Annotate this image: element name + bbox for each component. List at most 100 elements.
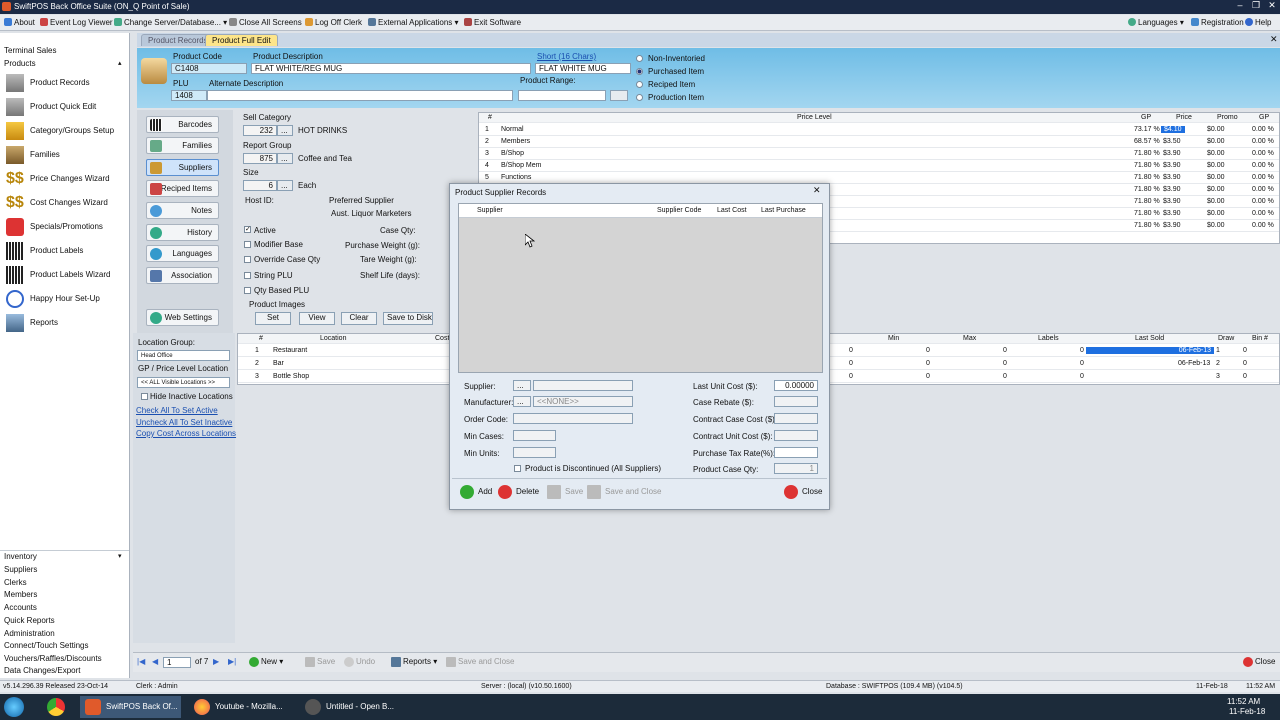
- close-tab-icon[interactable]: ✕: [1270, 34, 1278, 45]
- copy-cost-link[interactable]: Copy Cost Across Locations: [136, 429, 236, 438]
- location-group-select[interactable]: Head Office: [137, 350, 230, 361]
- gp-location-select[interactable]: << ALL Visible Locations >>: [137, 377, 230, 388]
- dlg-contract-unit-cost-field[interactable]: [774, 430, 818, 441]
- new-button[interactable]: New ▾: [249, 657, 283, 667]
- price-level-row[interactable]: 2 Members 68.57 % $3.50 $0.00 0.00 %: [479, 136, 1279, 148]
- dlg-save-close-button[interactable]: Save and Close: [587, 484, 661, 500]
- nav-section-data-changes[interactable]: Data Changes/Export: [4, 666, 81, 678]
- modifier-base-checkbox[interactable]: [244, 241, 251, 248]
- dialog-close-icon[interactable]: ✕: [813, 185, 821, 196]
- suppliers-button[interactable]: Suppliers: [146, 159, 219, 176]
- nav-item-product-quick-edit[interactable]: Product Quick Edit: [4, 96, 126, 118]
- nav-section-clerks[interactable]: Clerks: [4, 578, 27, 590]
- families-button[interactable]: Families: [146, 137, 219, 154]
- price-level-row[interactable]: 1 Normal 73.17 % $4.10 $0.00 0.00 %: [479, 124, 1279, 136]
- menu-languages[interactable]: Languages ▾: [1128, 18, 1184, 27]
- history-button[interactable]: History: [146, 224, 219, 241]
- tab-product-full-edit[interactable]: Product Full Edit: [205, 34, 278, 46]
- product-range-field[interactable]: [518, 90, 606, 101]
- dlg-save-button[interactable]: Save: [547, 484, 583, 500]
- menu-change-server[interactable]: Change Server/Database... ▾: [114, 18, 227, 27]
- save-and-close-button[interactable]: Save and Close: [446, 657, 514, 667]
- taskbar-swiftpos[interactable]: SwiftPOS Back Of...: [80, 696, 181, 718]
- nav-section-inventory[interactable]: Inventory: [4, 552, 37, 564]
- dlg-manufacturer-browse[interactable]: ...: [513, 396, 531, 407]
- barcodes-button[interactable]: Barcodes: [146, 116, 219, 133]
- web-settings-button[interactable]: Web Settings: [146, 309, 219, 326]
- nav-section-accounts[interactable]: Accounts: [4, 603, 37, 615]
- price-level-row[interactable]: 3 B/Shop 71.80 % $3.90 $0.00 0.00 %: [479, 148, 1279, 160]
- nav-item-product-labels[interactable]: Product Labels: [4, 240, 126, 262]
- next-record-icon[interactable]: ▶: [213, 657, 219, 666]
- nav-terminal-sales[interactable]: Terminal Sales: [4, 46, 56, 55]
- check-all-link[interactable]: Check All To Set Active: [136, 406, 218, 415]
- dlg-contract-case-cost-field[interactable]: [774, 413, 818, 424]
- save-button[interactable]: Save: [305, 657, 335, 667]
- image-save-button[interactable]: Save to Disk: [383, 312, 433, 325]
- image-set-button[interactable]: Set: [255, 312, 291, 325]
- last-record-icon[interactable]: ▶|: [228, 657, 236, 666]
- menu-log-off[interactable]: Log Off Clerk: [305, 18, 362, 27]
- radio-non-inventoried[interactable]: [636, 55, 643, 62]
- record-number-field[interactable]: 1: [163, 657, 191, 668]
- dlg-purchase-tax-field[interactable]: [774, 447, 818, 458]
- plu-field[interactable]: 1408: [171, 90, 207, 101]
- dlg-min-units-field[interactable]: [513, 447, 556, 458]
- size-code[interactable]: 6: [243, 180, 277, 191]
- nav-item-category-groups[interactable]: Category/Groups Setup: [4, 120, 126, 142]
- nav-item-happy-hour[interactable]: Happy Hour Set-Up: [4, 288, 126, 310]
- radio-purchased-item[interactable]: [636, 68, 643, 75]
- nav-item-product-records[interactable]: Product Records: [4, 72, 126, 94]
- active-checkbox[interactable]: ✓: [244, 226, 251, 233]
- notes-button[interactable]: Notes: [146, 202, 219, 219]
- dlg-supplier-field[interactable]: [533, 380, 633, 391]
- menu-registration[interactable]: Registration: [1191, 18, 1244, 27]
- description-field[interactable]: FLAT WHITE/REG MUG: [251, 63, 531, 74]
- short-description-link[interactable]: Short (16 Chars): [537, 52, 596, 61]
- nav-section-suppliers[interactable]: Suppliers: [4, 565, 37, 577]
- product-range-button[interactable]: [610, 90, 628, 101]
- previous-record-icon[interactable]: ◀: [152, 657, 158, 666]
- string-plu-checkbox[interactable]: [244, 272, 251, 279]
- reciped-items-button[interactable]: Reciped Items: [146, 180, 219, 197]
- taskbar-firefox[interactable]: Youtube - Mozilla...: [189, 696, 293, 718]
- menu-about[interactable]: About: [4, 18, 35, 27]
- override-case-qty-checkbox[interactable]: [244, 256, 251, 263]
- dlg-supplier-browse[interactable]: ...: [513, 380, 531, 391]
- nav-item-product-labels-wizard[interactable]: Product Labels Wizard: [4, 264, 126, 286]
- radio-production-item[interactable]: [636, 94, 643, 101]
- taskbar-openboard[interactable]: Untitled - Open B...: [300, 696, 400, 718]
- association-button[interactable]: Association: [146, 267, 219, 284]
- alt-description-field[interactable]: [207, 90, 513, 101]
- close-button[interactable]: Close: [1243, 657, 1275, 667]
- dlg-delete-button[interactable]: Delete: [498, 484, 539, 500]
- menu-help[interactable]: Help: [1245, 18, 1271, 27]
- dlg-add-button[interactable]: Add: [460, 484, 492, 500]
- tab-product-records[interactable]: Product Records: [141, 34, 215, 46]
- menu-close-all[interactable]: Close All Screens: [229, 18, 302, 27]
- sell-category-code[interactable]: 232: [243, 125, 277, 136]
- image-clear-button[interactable]: Clear: [341, 312, 377, 325]
- radio-reciped-item[interactable]: [636, 81, 643, 88]
- qty-based-plu-checkbox[interactable]: [244, 287, 251, 294]
- dlg-manufacturer-field[interactable]: <<NONE>>: [533, 396, 633, 407]
- nav-section-vouchers[interactable]: Vouchers/Raffles/Discounts: [4, 654, 102, 666]
- menu-external-apps[interactable]: External Applications ▾: [368, 18, 459, 27]
- report-group-code[interactable]: 875: [243, 153, 277, 164]
- undo-button[interactable]: Undo: [344, 657, 375, 667]
- chrome-icon[interactable]: [47, 698, 65, 716]
- dlg-last-unit-cost-field[interactable]: 0.00000: [774, 380, 818, 391]
- nav-item-families[interactable]: Families: [4, 144, 126, 166]
- nav-item-cost-changes[interactable]: $$ Cost Changes Wizard: [4, 192, 126, 214]
- nav-item-specials[interactable]: Specials/Promotions: [4, 216, 126, 238]
- dlg-order-code-field[interactable]: [513, 413, 633, 424]
- languages-button[interactable]: Languages: [146, 245, 219, 262]
- start-button-icon[interactable]: [4, 697, 24, 717]
- product-code-field[interactable]: C1408: [171, 63, 247, 74]
- maximize-icon[interactable]: ❐: [1248, 0, 1264, 12]
- price-level-row[interactable]: 4 B/Shop Mem 71.80 % $3.90 $0.00 0.00 %: [479, 160, 1279, 172]
- nav-item-price-changes[interactable]: $$ Price Changes Wizard: [4, 168, 126, 190]
- nav-section-administration[interactable]: Administration: [4, 629, 55, 641]
- menu-event-log[interactable]: Event Log Viewer: [40, 18, 113, 27]
- minimize-icon[interactable]: –: [1232, 0, 1248, 12]
